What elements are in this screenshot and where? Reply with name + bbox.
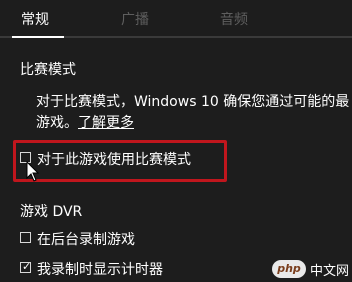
dvr-title: 游戏 DVR bbox=[20, 204, 83, 220]
description-line-2: 游戏。了解更多 bbox=[36, 113, 352, 134]
watermark-text: 中文网 bbox=[310, 264, 350, 279]
record-background-label: 在后台录制游戏 bbox=[37, 232, 135, 248]
game-mode-title: 比赛模式 bbox=[20, 62, 76, 78]
show-timer-checkbox[interactable]: ✓ bbox=[20, 260, 32, 273]
php-logo-icon: php bbox=[272, 260, 306, 278]
description-text: 游戏。 bbox=[36, 115, 78, 131]
show-timer-label: 我录制时显示计时器 bbox=[37, 262, 163, 278]
tab-broadcast[interactable]: 广播 bbox=[121, 9, 149, 29]
tab-audio[interactable]: 音频 bbox=[220, 9, 248, 29]
game-mode-description: 对于比赛模式，Windows 10 确保您通过可能的最 游戏。了解更多 bbox=[36, 92, 352, 134]
tab-general[interactable]: 常规 bbox=[21, 9, 49, 29]
checkmark-icon: ✓ bbox=[22, 260, 32, 273]
description-line-1: 对于比赛模式，Windows 10 确保您通过可能的最 bbox=[36, 94, 350, 110]
record-background-checkbox[interactable] bbox=[20, 232, 31, 243]
active-tab-indicator bbox=[12, 36, 64, 38]
learn-more-link[interactable]: 了解更多 bbox=[78, 115, 134, 131]
game-mode-checkbox-label: 对于此游戏使用比赛模式 bbox=[37, 152, 191, 168]
mouse-pointer-icon bbox=[26, 161, 40, 182]
tab-bar: 常规 广播 音频 bbox=[0, 0, 352, 38]
